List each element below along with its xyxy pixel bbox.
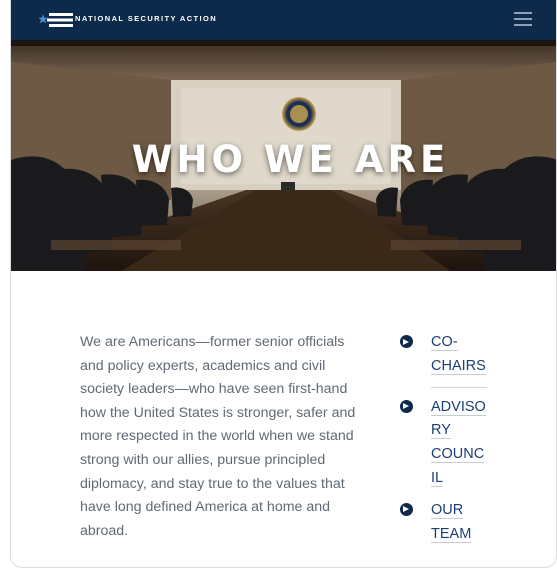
top-navigation-bar: NATIONAL SECURITY ACTION bbox=[11, 0, 556, 40]
flag-stars-icon[interactable] bbox=[39, 12, 79, 28]
arrow-circle-right-icon bbox=[400, 502, 413, 516]
arrow-circle-right-icon bbox=[400, 335, 413, 348]
link-item-co-chairs: CO- CHAIRS bbox=[400, 331, 520, 379]
arrow-circle-right-icon bbox=[400, 399, 413, 413]
hamburger-menu-icon[interactable] bbox=[514, 12, 532, 26]
co-chairs-link[interactable]: CO- CHAIRS bbox=[431, 331, 491, 379]
section-links: CO- CHAIRS ADVISO RY COUNC IL OUR TEAM bbox=[400, 331, 520, 546]
link-item-advisory-council: ADVISO RY COUNC IL bbox=[400, 396, 520, 491]
our-team-link[interactable]: OUR TEAM bbox=[431, 499, 491, 547]
link-divider bbox=[431, 386, 487, 388]
hero-banner: WHO WE ARE bbox=[11, 40, 556, 271]
brand-name[interactable]: NATIONAL SECURITY ACTION bbox=[75, 14, 217, 23]
hero-title: WHO WE ARE bbox=[131, 138, 450, 181]
page-frame: NATIONAL SECURITY ACTION WHO WE ARE We a… bbox=[10, 0, 557, 568]
link-item-our-team: OUR TEAM bbox=[400, 499, 520, 547]
advisory-council-link[interactable]: ADVISO RY COUNC IL bbox=[431, 396, 491, 491]
intro-paragraph: We are Americans—former senior officials… bbox=[80, 334, 356, 539]
